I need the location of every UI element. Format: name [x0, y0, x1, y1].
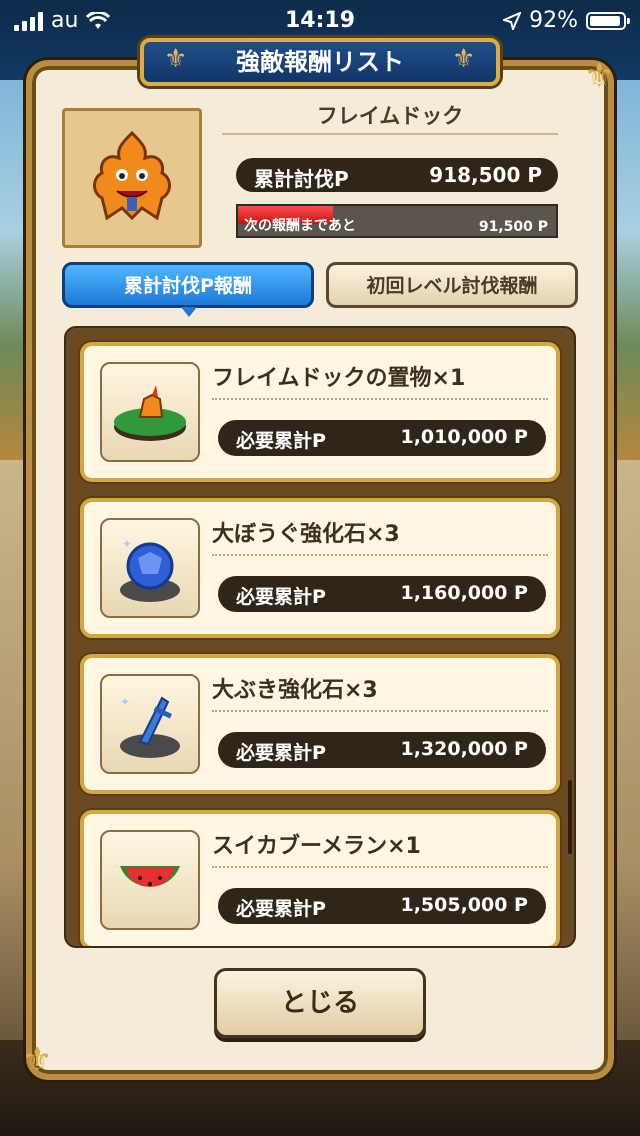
svg-text:✦: ✦ [120, 695, 130, 709]
fleur-de-lis-icon: ⚜ [452, 44, 476, 74]
reward-thumbnail [100, 830, 200, 930]
dotted-divider [212, 710, 548, 712]
required-points-label: 必要累計P [236, 898, 326, 920]
watermelon-boomerang-icon [120, 866, 180, 887]
reward-name: 大ぶき強化石×3 [212, 678, 378, 703]
dotted-divider [212, 554, 548, 556]
svg-text:✦: ✦ [122, 537, 132, 551]
fleur-de-lis-icon: ⚜ [164, 44, 188, 74]
reward-list[interactable]: フレイムドックの置物×1 必要累計P 1,010,000 P ✦ 大ぼうぐ強化石… [64, 326, 576, 948]
tab-cumulative-points-reward[interactable]: 累計討伐P報酬 [62, 262, 314, 317]
battery-icon [586, 11, 630, 30]
total-points-label: 累計討伐P [254, 167, 349, 191]
corner-ornament-icon: ⚜ [22, 1040, 53, 1080]
list-scrollbar[interactable] [568, 780, 572, 854]
reward-card: ✦ 大ぼうぐ強化石×3 必要累計P 1,160,000 P [80, 498, 560, 638]
required-points-pill: 必要累計P 1,320,000 P [218, 732, 546, 768]
battery-percent: 92% [529, 8, 578, 33]
monster-portrait [62, 108, 202, 248]
reward-thumbnail: ✦ [100, 674, 200, 774]
monster-name: フレイムドック [316, 104, 464, 128]
next-reward-label: 次の報酬まであと [244, 218, 356, 234]
required-points-pill: 必要累計P 1,505,000 P [218, 888, 546, 924]
required-points-value: 1,320,000 P [400, 738, 528, 760]
reward-thumbnail: ✦ [100, 518, 200, 618]
next-reward-progress: 次の報酬まであと 91,500 P [236, 204, 558, 238]
required-points-value: 1,505,000 P [400, 894, 528, 916]
reward-card: ✦ 大ぶき強化石×3 必要累計P 1,320,000 P [80, 654, 560, 794]
required-points-label: 必要累計P [236, 586, 326, 608]
required-points-label: 必要累計P [236, 430, 326, 452]
dotted-divider [212, 866, 548, 868]
dialog-title: 強敵報酬リスト [140, 38, 500, 86]
divider [222, 133, 558, 135]
required-points-value: 1,010,000 P [400, 426, 528, 448]
total-points-value: 918,500 P [429, 163, 542, 187]
next-reward-value: 91,500 P [478, 219, 548, 235]
corner-ornament-icon: ⚜ [584, 56, 615, 96]
reward-thumbnail [100, 362, 200, 462]
armor-upgrade-stone-icon: ✦ [120, 537, 180, 602]
reward-name: フレイムドックの置物×1 [212, 366, 466, 391]
reward-name: スイカブーメラン×1 [212, 834, 421, 859]
close-button[interactable]: とじる [214, 968, 426, 1038]
required-points-pill: 必要累計P 1,160,000 P [218, 576, 546, 612]
status-bar: au 14:19 92% [0, 0, 640, 40]
reward-name: 大ぼうぐ強化石×3 [212, 522, 400, 547]
flame-dog-figurine-icon [114, 385, 186, 441]
reward-card: フレイムドックの置物×1 必要累計P 1,010,000 P [80, 342, 560, 482]
flame-dog-icon [93, 130, 171, 221]
location-arrow-icon [503, 11, 522, 30]
weapon-upgrade-stone-icon: ✦ [120, 695, 180, 758]
dotted-divider [212, 398, 548, 400]
required-points-pill: 必要累計P 1,010,000 P [218, 420, 546, 456]
reward-card: スイカブーメラン×1 必要累計P 1,505,000 P [80, 810, 560, 946]
required-points-value: 1,160,000 P [400, 582, 528, 604]
total-points-bar: 累計討伐P 918,500 P [236, 158, 558, 192]
tab-first-level-reward[interactable]: 初回レベル討伐報酬 [326, 262, 578, 308]
required-points-label: 必要累計P [236, 742, 326, 764]
